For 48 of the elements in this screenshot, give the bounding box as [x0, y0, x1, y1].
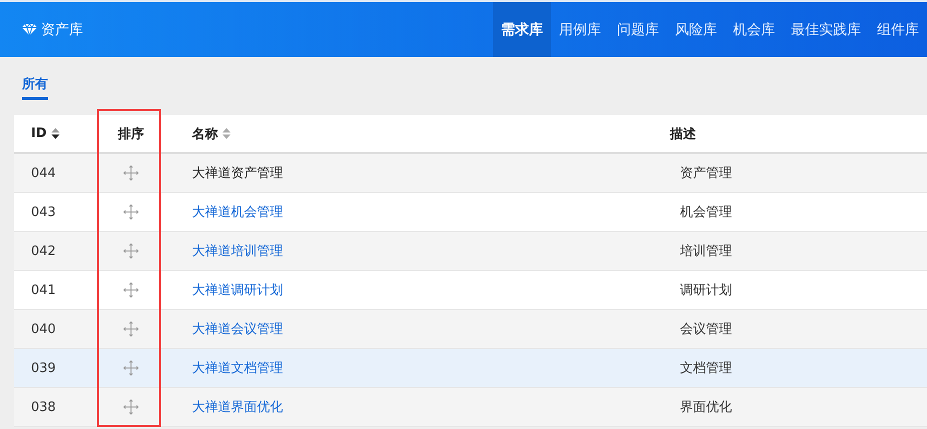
name-link[interactable]: 大禅道界面优化 [175, 398, 283, 416]
column-header: 名称 [192, 126, 218, 142]
table-row[interactable]: 040 大禅道会议管理 会议管理 [14, 310, 927, 349]
column-header: ID [31, 126, 47, 141]
description-cell-text: 资产管理 [679, 165, 733, 182]
id-cell-text: 044 [30, 166, 57, 180]
diamond-icon [22, 23, 37, 36]
drag-handle-icon[interactable] [123, 399, 139, 415]
id-cell-text: 038 [30, 400, 57, 414]
column-header: 排序 [118, 126, 144, 142]
name-link[interactable]: 大禅道文档管理 [175, 359, 283, 377]
description-cell-text: 调研计划 [679, 282, 733, 299]
nav-tab[interactable]: 风险库 [667, 2, 725, 57]
nav-tab[interactable]: 问题库 [609, 2, 667, 57]
nav-tab[interactable]: 需求库 [493, 2, 551, 57]
description-cell-text: 文档管理 [679, 360, 733, 377]
nav-tab[interactable]: 组件库 [869, 2, 927, 57]
nav-tab[interactable]: 最佳实践库 [783, 2, 869, 57]
id-cell-text: 042 [30, 244, 57, 258]
drag-handle-icon[interactable] [123, 204, 139, 220]
app-title: 资产库 [41, 20, 83, 38]
table-row[interactable]: 038 大禅道界面优化 界面优化 [14, 388, 927, 427]
description-cell-text: 界面优化 [679, 399, 733, 416]
sort-icon[interactable] [50, 127, 60, 140]
name-link[interactable]: 大禅道培训管理 [175, 242, 283, 260]
name-link[interactable]: 大禅道机会管理 [175, 203, 283, 221]
drag-handle-icon[interactable] [123, 243, 139, 259]
drag-handle-icon[interactable] [123, 282, 139, 298]
drag-handle-icon[interactable] [123, 321, 139, 337]
column-header: 描述 [670, 126, 696, 142]
name-link[interactable]: 大禅道会议管理 [175, 320, 283, 338]
filter-tab[interactable]: 所有 [22, 75, 48, 100]
table-row[interactable]: 039 大禅道文档管理 文档管理 [14, 349, 927, 388]
id-cell-text: 039 [30, 360, 57, 376]
description-cell-text: 机会管理 [679, 204, 733, 221]
name-link[interactable]: 大禅道资产管理 [175, 164, 283, 182]
drag-handle-icon[interactable] [123, 360, 139, 376]
name-link[interactable]: 大禅道调研计划 [175, 281, 283, 299]
id-cell-text: 043 [30, 204, 57, 220]
table-row[interactable]: 044 大禅道资产管理 资产管理 [14, 154, 927, 193]
drag-handle-icon[interactable] [123, 165, 139, 181]
table-row[interactable]: 042 大禅道培训管理 培训管理 [14, 232, 927, 271]
id-cell-text: 041 [30, 282, 57, 298]
description-cell-text: 会议管理 [679, 321, 733, 338]
nav-tab[interactable]: 用例库 [551, 2, 609, 57]
id-cell-text: 040 [30, 322, 57, 336]
description-cell-text: 培训管理 [679, 243, 733, 260]
nav-tab[interactable]: 机会库 [725, 2, 783, 57]
